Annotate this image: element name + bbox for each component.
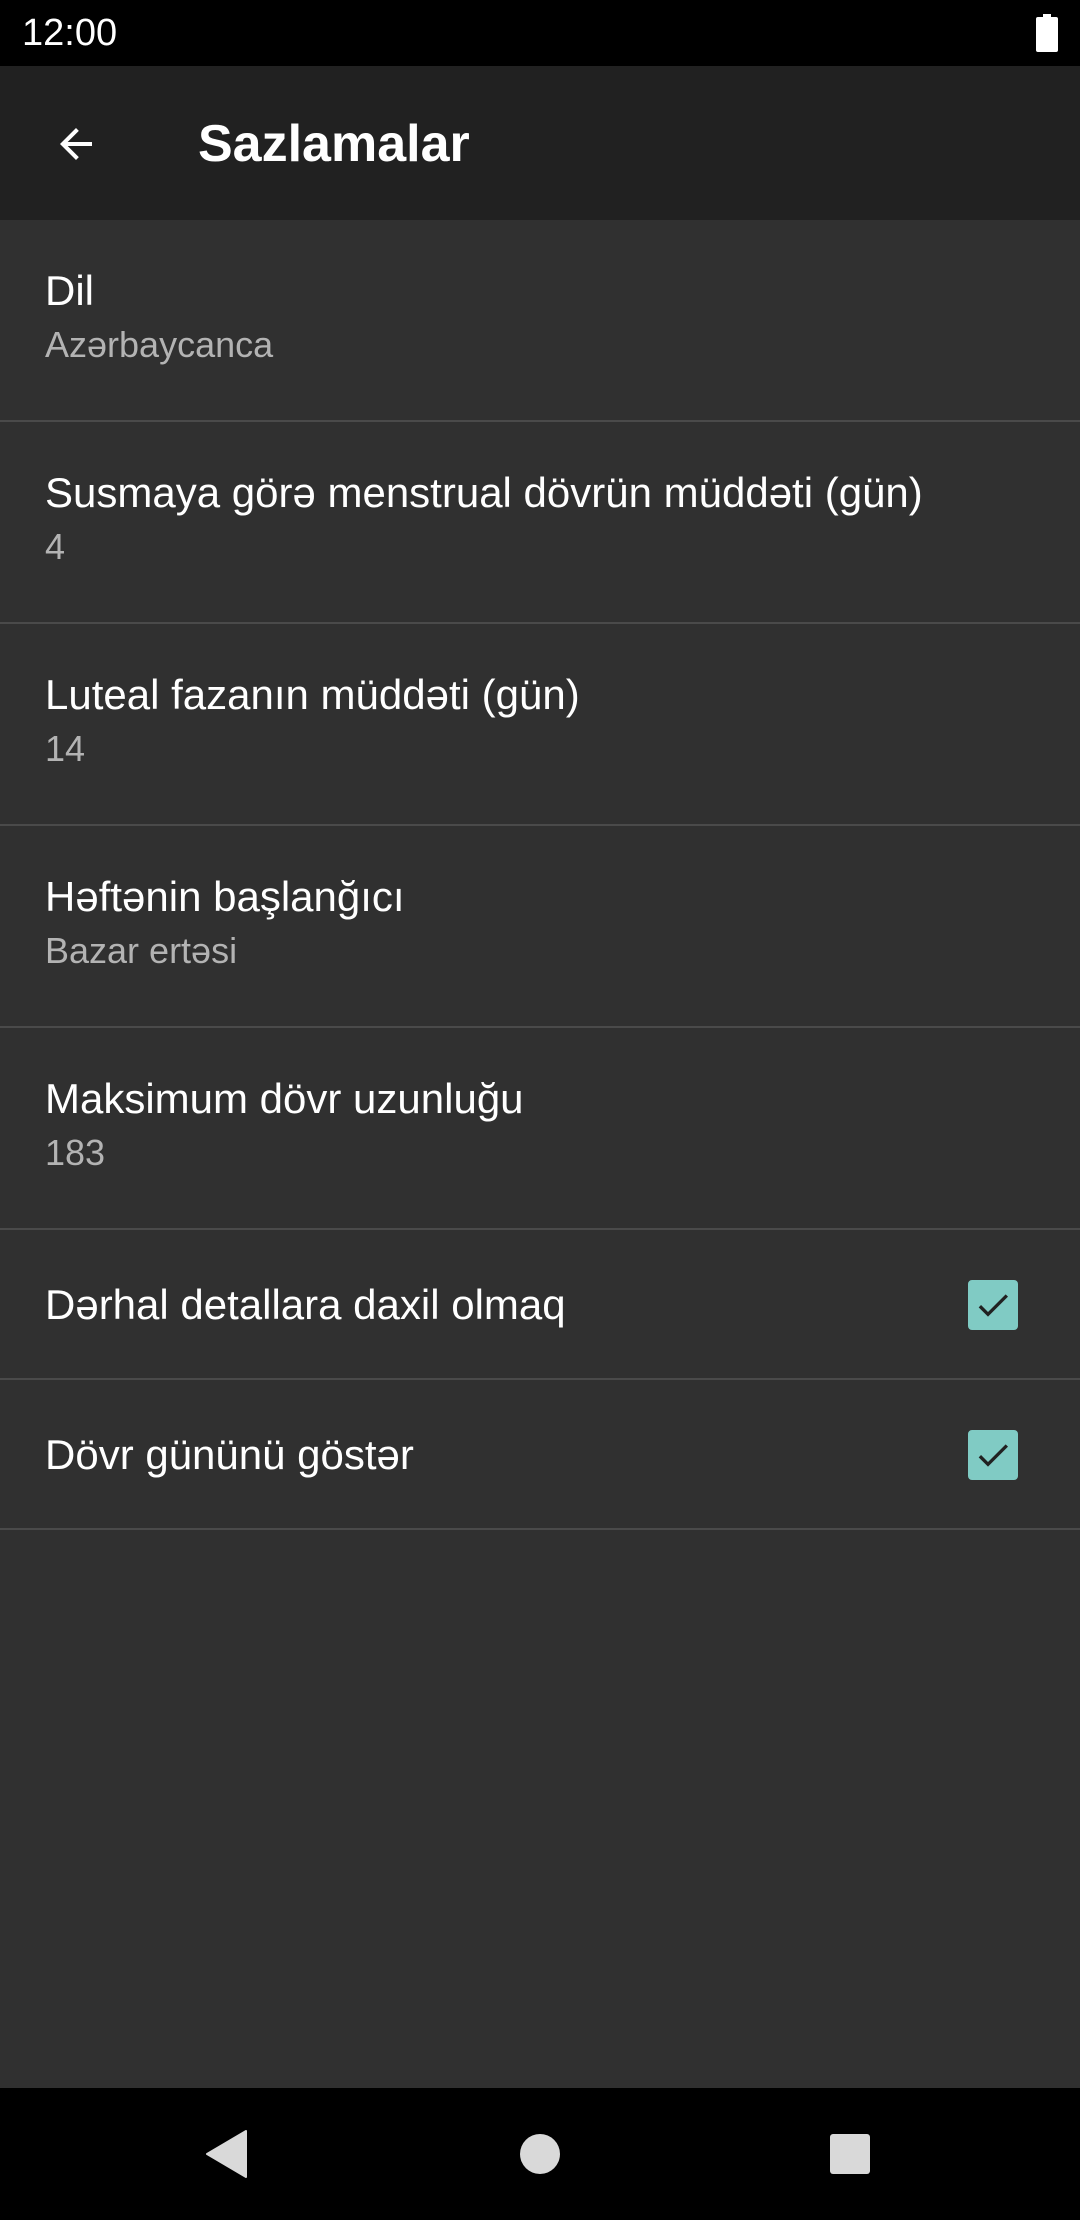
page-title: Sazlamalar xyxy=(198,115,470,173)
pref-title: Susmaya görə menstrual dövrün müddəti (g… xyxy=(45,469,923,516)
pref-summary: 4 xyxy=(45,526,66,567)
checkmark-icon xyxy=(978,1294,1008,1317)
app-bar: Sazlamalar xyxy=(0,66,1080,220)
pref-title: Dil xyxy=(45,267,94,314)
pref-title: Dövr gününü göstər xyxy=(45,1431,414,1478)
nav-recents-button[interactable] xyxy=(814,2118,886,2190)
nav-home-button[interactable] xyxy=(504,2118,576,2190)
direct-details-checkbox[interactable] xyxy=(968,1280,1018,1330)
checkmark-icon xyxy=(978,1444,1008,1467)
pref-max-cycle-length[interactable]: Maksimum dövr uzunluğu 183 xyxy=(0,1028,1080,1230)
back-button[interactable] xyxy=(28,96,124,192)
nav-home-circle-icon xyxy=(520,2134,560,2174)
pref-title: Həftənin başlanğıcı xyxy=(45,873,405,920)
settings-screen: 12:00 Sazlamalar Dil Azərbaycanca Susmay… xyxy=(0,0,1080,2220)
pref-show-cycle-day[interactable]: Dövr gününü göstər xyxy=(0,1380,1080,1530)
nav-recents-square-icon xyxy=(830,2134,870,2174)
arrow-back-icon xyxy=(60,128,92,160)
show-cycle-day-checkbox[interactable] xyxy=(968,1430,1018,1480)
pref-language[interactable]: Dil Azərbaycanca xyxy=(0,220,1080,422)
pref-summary: 183 xyxy=(45,1132,106,1173)
status-bar: 12:00 xyxy=(0,0,1080,66)
pref-week-start[interactable]: Həftənin başlanğıcı Bazar ertəsi xyxy=(0,826,1080,1028)
pref-luteal-length[interactable]: Luteal fazanın müddəti (gün) 14 xyxy=(0,624,1080,826)
pref-summary: 14 xyxy=(45,728,86,769)
status-time: 12:00 xyxy=(22,12,118,54)
nav-back-button[interactable] xyxy=(190,2118,262,2190)
pref-direct-details[interactable]: Dərhal detallara daxil olmaq xyxy=(0,1230,1080,1380)
pref-summary: Bazar ertəsi xyxy=(45,930,238,971)
preference-list: Dil Azərbaycanca Susmaya görə menstrual … xyxy=(0,220,1080,1530)
pref-summary: Azərbaycanca xyxy=(45,324,274,365)
system-nav-bar xyxy=(0,2088,1080,2220)
nav-back-triangle-icon xyxy=(206,2130,247,2178)
pref-title: Luteal fazanın müddəti (gün) xyxy=(45,671,580,718)
pref-title: Maksimum dövr uzunluğu xyxy=(45,1075,524,1122)
battery-full-icon xyxy=(1036,14,1058,52)
pref-period-length[interactable]: Susmaya görə menstrual dövrün müddəti (g… xyxy=(0,422,1080,624)
pref-title: Dərhal detallara daxil olmaq xyxy=(45,1281,566,1328)
